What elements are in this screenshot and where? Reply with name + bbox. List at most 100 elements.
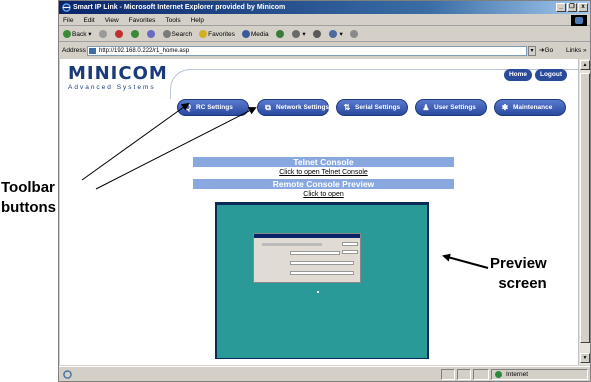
remote-dialog-row <box>262 243 322 246</box>
serial-port-icon: ⇅ <box>343 103 351 112</box>
forward-arrow-icon <box>98 29 107 38</box>
refresh-button[interactable] <box>130 27 140 42</box>
remote-dialog-titlebar <box>254 234 360 238</box>
stop-button[interactable] <box>114 27 124 42</box>
windows-logo-icon <box>571 15 587 26</box>
address-dropdown-button[interactable]: ▾ <box>528 46 536 56</box>
media-label: Media <box>250 30 269 38</box>
annotation-toolbar-line1: Toolbar <box>1 179 55 196</box>
discuss-icon <box>349 29 358 38</box>
rc-settings-button[interactable]: Q RC Settings <box>177 99 249 116</box>
logo-name: MINICOM <box>68 63 168 84</box>
annotation-preview-line2: screen <box>498 275 547 292</box>
search-button[interactable]: Search <box>162 27 193 42</box>
title-bar: Smart IP Link - Microsoft Internet Explo… <box>59 1 590 14</box>
network-icon: ⧉ <box>265 103 271 112</box>
remote-dialog-window <box>253 233 361 283</box>
globe-icon <box>495 371 502 378</box>
media-icon <box>241 29 250 38</box>
history-button[interactable] <box>275 27 285 42</box>
go-label: Go <box>544 47 554 54</box>
page-icon <box>89 48 96 54</box>
menu-view[interactable]: View <box>105 15 119 25</box>
security-zone: Internet <box>491 369 588 380</box>
open-preview-link[interactable]: Click to open <box>193 191 454 199</box>
status-cell <box>473 369 489 380</box>
user-settings-button[interactable]: ♟ User Settings <box>415 99 487 116</box>
zone-label: Internet <box>506 371 529 378</box>
menu-file[interactable]: File <box>63 15 73 25</box>
user-settings-label: User Settings <box>434 104 476 111</box>
back-button[interactable]: Back ▾ <box>63 27 92 42</box>
remote-dialog-field <box>290 261 354 265</box>
network-settings-button[interactable]: ⧉ Network Settings <box>257 99 329 116</box>
open-telnet-link[interactable]: Click to open Telnet Console <box>193 169 454 177</box>
menu-edit[interactable]: Edit <box>83 15 94 25</box>
home-link-button[interactable]: Home <box>504 69 532 81</box>
remote-dialog-ok <box>342 242 358 246</box>
edit-button[interactable]: ▾ <box>328 27 343 42</box>
media-button[interactable]: Media <box>241 27 269 42</box>
maintenance-button[interactable]: ✱ Maintenance <box>494 99 566 116</box>
minimize-button[interactable]: _ <box>556 3 566 12</box>
search-label: Search <box>171 30 193 38</box>
remote-console-preview[interactable] <box>215 202 429 359</box>
remote-dialog-cancel <box>342 250 358 254</box>
search-icon <box>162 29 171 38</box>
maintenance-label: Maintenance <box>513 104 553 111</box>
favorites-label: Favorites <box>208 30 235 38</box>
print-button[interactable] <box>312 27 322 42</box>
minicom-logo: MINICOM Advanced Systems <box>68 65 168 92</box>
menu-tools[interactable]: Tools <box>165 15 180 25</box>
remote-console-preview-header: Remote Console Preview <box>193 179 454 189</box>
address-bar: Address http://192.168.0.222/r1_home.asp… <box>59 44 590 58</box>
web-page: MINICOM Advanced Systems Home Logout Q R… <box>60 59 578 365</box>
annotation-toolbar-line2: buttons <box>1 199 56 216</box>
browser-toolbar: Back ▾ Search Favorites Media ▾ ▾ <box>59 27 590 42</box>
home-button[interactable] <box>146 27 156 42</box>
links-label: Links <box>566 47 582 54</box>
mail-button[interactable]: ▾ <box>291 27 306 42</box>
menu-favorites[interactable]: Favorites <box>129 15 156 25</box>
user-icon: ♟ <box>422 103 430 112</box>
forward-button[interactable] <box>98 27 108 42</box>
refresh-icon <box>130 29 139 38</box>
star-icon <box>199 29 208 38</box>
remote-dialog-field <box>290 251 340 255</box>
address-label: Address <box>62 47 86 54</box>
address-input[interactable]: http://192.168.0.222/r1_home.asp <box>87 46 527 56</box>
telnet-console-header: Telnet Console <box>193 157 454 167</box>
ie-page-icon <box>63 370 72 379</box>
logout-button[interactable]: Logout <box>535 69 567 81</box>
printer-icon <box>312 29 321 38</box>
toolbar-buttons-annotation: Toolbar buttons <box>1 178 56 218</box>
status-bar: Internet <box>59 366 590 381</box>
back-label: Back <box>72 30 87 38</box>
close-button[interactable]: x <box>578 3 588 12</box>
vertical-scrollbar[interactable]: ▲ ▼ <box>578 59 590 365</box>
remote-mouse-cursor <box>317 291 319 293</box>
edit-icon <box>328 29 337 38</box>
favorites-button[interactable]: Favorites <box>199 27 235 42</box>
scroll-thumb[interactable] <box>580 73 590 343</box>
logo-tagline: Advanced Systems <box>68 84 156 91</box>
gear-icon: ✱ <box>501 103 509 112</box>
preview-screen-annotation: Preview screen <box>490 254 547 294</box>
scroll-up-button[interactable]: ▲ <box>580 60 590 70</box>
stop-icon <box>114 29 123 38</box>
status-cell <box>441 369 455 380</box>
serial-settings-button[interactable]: ⇅ Serial Settings <box>336 99 408 116</box>
links-button[interactable]: Links » <box>566 44 587 58</box>
window-title: Smart IP Link - Microsoft Internet Explo… <box>73 4 286 11</box>
rc-settings-label: RC Settings <box>196 104 233 111</box>
scroll-down-button[interactable]: ▼ <box>580 353 590 363</box>
maximize-button[interactable]: ❐ <box>567 3 577 12</box>
address-url: http://192.168.0.222/r1_home.asp <box>99 48 190 54</box>
discuss-button[interactable] <box>349 27 359 42</box>
remote-desktop <box>217 205 427 358</box>
go-button[interactable]: ➜Go <box>539 44 553 58</box>
menu-bar: File Edit View Favorites Tools Help <box>59 15 590 26</box>
history-icon <box>275 29 284 38</box>
menu-help[interactable]: Help <box>191 15 204 25</box>
house-icon <box>146 29 155 38</box>
